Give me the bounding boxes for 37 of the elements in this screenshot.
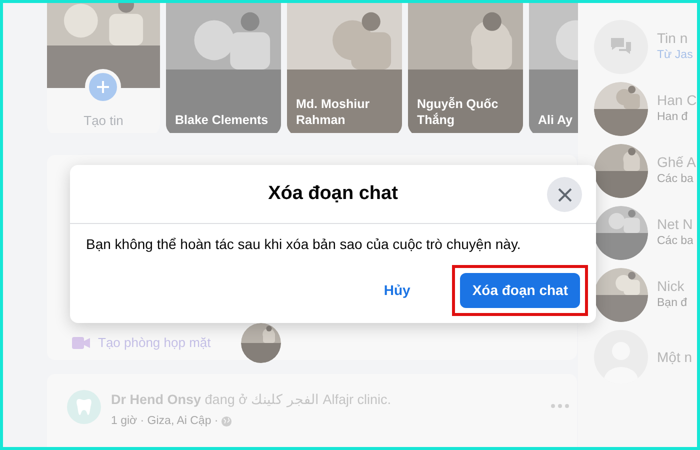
create-story-label: Tạo tin bbox=[84, 112, 124, 130]
contact-preview: Bạn đ bbox=[657, 296, 688, 311]
delete-chat-button[interactable]: Xóa đoạn chat bbox=[460, 273, 580, 308]
contact-name: Ghế A bbox=[657, 154, 696, 171]
tooth-avatar-icon bbox=[67, 390, 101, 424]
contact-preview: Từ Jas bbox=[657, 48, 693, 63]
contact-item[interactable]: Han C Han đ bbox=[578, 78, 697, 140]
contact-name: Một n bbox=[657, 348, 692, 366]
dialog-message: Bạn không thể hoàn tác sau khi xóa bản sao của cuộc trò chuyện này. bbox=[85, 235, 522, 254]
contact-item[interactable]: Tin n Từ Jas bbox=[578, 16, 697, 78]
close-button[interactable] bbox=[547, 177, 582, 212]
story-author: Nguyễn Quốc Thắng bbox=[417, 96, 500, 128]
contact-name: Tin n bbox=[657, 30, 689, 47]
story-card[interactable]: Nguyễn Quốc Thắng bbox=[408, 3, 523, 133]
post-meta: 1 giờ · Giza, Ai Cập · bbox=[111, 414, 218, 430]
story-card[interactable]: Ali Ay bbox=[529, 3, 578, 133]
story-author: Md. Moshiur Rahman bbox=[296, 96, 371, 128]
video-plus-icon bbox=[72, 336, 90, 350]
cancel-button[interactable]: Hủy bbox=[372, 274, 422, 308]
story-author: Blake Clements bbox=[175, 112, 270, 128]
create-story-card[interactable]: Tạo tin bbox=[47, 3, 160, 133]
contact-preview: Các ba bbox=[657, 172, 694, 187]
story-author: Ali Ay bbox=[538, 112, 574, 128]
contact-name: Han C bbox=[657, 92, 697, 109]
meeting-room-button[interactable]: Tạo phòng họp mặt bbox=[72, 333, 211, 353]
contact-name: Nick bbox=[657, 278, 686, 295]
contact-preview: Các ba bbox=[657, 234, 694, 249]
close-icon bbox=[556, 186, 572, 202]
contact-item[interactable]: Ghế A Các ba bbox=[578, 140, 697, 202]
contact-item[interactable]: Net N Các ba bbox=[578, 202, 697, 264]
contact-item[interactable]: Nick Bạn đ bbox=[578, 264, 697, 326]
contact-item[interactable]: Một n bbox=[578, 326, 697, 388]
story-card[interactable]: Blake Clements bbox=[166, 3, 281, 133]
story-card[interactable]: Md. Moshiur Rahman bbox=[287, 3, 402, 133]
contact-preview: Han đ bbox=[657, 110, 689, 125]
dialog-title: Xóa đoạn chat bbox=[268, 182, 398, 206]
contact-name: Net N bbox=[657, 216, 694, 233]
